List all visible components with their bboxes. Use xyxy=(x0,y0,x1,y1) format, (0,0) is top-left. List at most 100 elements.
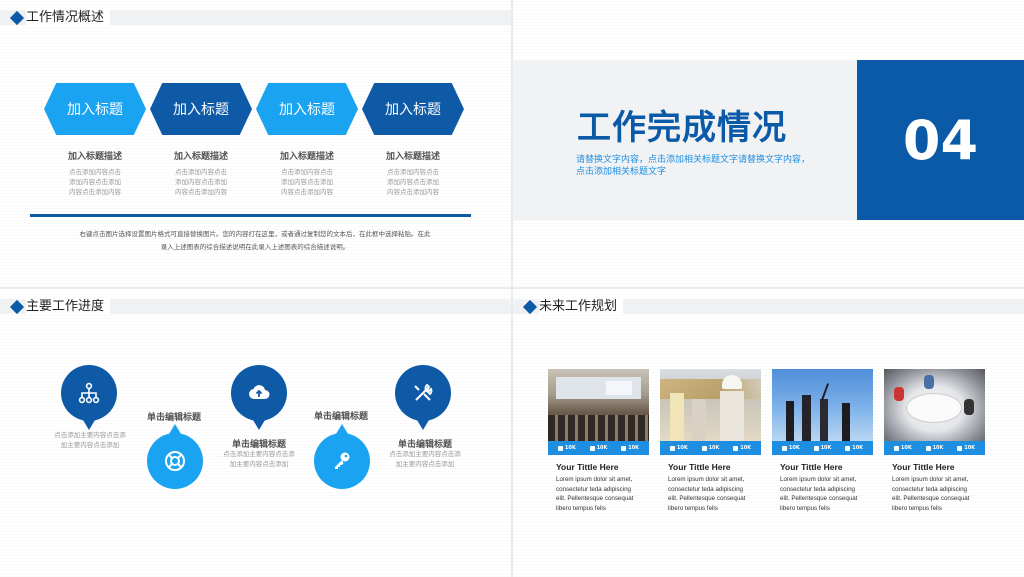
slide-future-plan[interactable]: 未来工作规划 10K 10K 10K Your Tittle Here Lore… xyxy=(513,289,1024,577)
column-body-line: 添加内容点击添加 xyxy=(387,178,439,186)
column-heading: 加入标题描述 xyxy=(173,152,228,162)
card-line: elit. Pellentesque consequat xyxy=(780,495,858,502)
twitter-icon xyxy=(701,445,707,451)
column-body-line: 添加内容点击添加 xyxy=(281,178,333,186)
section-header: 工作情况概述 xyxy=(0,9,511,26)
description-paragraph: 右键点击图片选择设置图片格式可直接替换图片。您的内容打在这里，或者通过复制您的文… xyxy=(40,228,470,254)
card-line: Lorem ipsum dolor sit amet, xyxy=(668,476,745,483)
progress-node-1[interactable] xyxy=(61,365,117,430)
facebook-count[interactable]: 10K xyxy=(893,445,912,451)
section-title: 工作情况概述 xyxy=(26,9,111,26)
section-header: 主要工作进度 xyxy=(0,298,511,315)
diamond-bullet-icon xyxy=(9,10,25,26)
meeting-room-photo xyxy=(548,369,649,441)
card-body: Lorem ipsum dolor sit amet, consectetur … xyxy=(556,475,649,513)
network-icon xyxy=(78,382,100,404)
hex-title-3[interactable]: 加入标题 xyxy=(256,83,358,135)
section-number: 04 xyxy=(857,60,1024,220)
facebook-count[interactable]: 10K xyxy=(669,445,688,451)
twitter-icon xyxy=(589,445,595,451)
share-icon xyxy=(621,445,627,451)
plan-card-4[interactable]: 10K 10K 10K Your Tittle Here Lorem ipsum… xyxy=(884,369,985,513)
social-bar: 10K 10K 10K xyxy=(772,441,873,455)
column-body-line: 内容点击添加内容 xyxy=(387,188,439,196)
column-body-line: 内容点击添加内容 xyxy=(281,188,333,196)
tools-icon xyxy=(414,383,433,401)
text-line: 加主要内容点击添加 xyxy=(229,460,289,468)
card-body: Lorem ipsum dolor sit amet, consectetur … xyxy=(668,475,761,513)
card-line: Lorem ipsum dolor sit amet, xyxy=(780,476,857,483)
text-line: 加主要内容点击添加 xyxy=(395,460,455,468)
column-description-3: 加入标题描述 点击添加内容点击 添加内容点击添加 内容点击添加内容 xyxy=(256,149,358,197)
progress-label-2: 单击编辑标题 xyxy=(146,413,201,423)
twitter-count[interactable]: 10K xyxy=(701,445,719,451)
page-title: 工作完成情况 xyxy=(577,108,787,148)
twitter-count[interactable]: 10K xyxy=(589,445,607,451)
share-count[interactable]: 10K xyxy=(621,445,639,451)
column-heading: 加入标题描述 xyxy=(67,152,122,162)
slide-work-completion[interactable]: 工作完成情况 请替换文字内容，点击添加相关标题文字请替换文字内容，点击添加相关标… xyxy=(513,0,1024,287)
twitter-icon xyxy=(813,445,819,451)
share-icon xyxy=(845,445,851,451)
share-count[interactable]: 10K xyxy=(733,445,751,451)
progress-text-1: 点击添加主要内容点击添 加主要内容点击添加 xyxy=(40,430,140,450)
card-line: consectetur teda adipiscing xyxy=(892,485,967,493)
section-title: 未来工作规划 xyxy=(539,298,624,315)
card-title: Your Tittle Here xyxy=(780,462,843,472)
hex-title-2[interactable]: 加入标题 xyxy=(150,83,252,135)
card-line: Lorem ipsum dolor sit amet, xyxy=(892,476,969,483)
section-title: 主要工作进度 xyxy=(26,298,111,315)
card-line: elit. Pellentesque consequat xyxy=(668,495,746,502)
progress-text-5: 点击添加主要内容点击添 加主要内容点击添加 xyxy=(375,449,475,469)
team-meeting-photo xyxy=(884,369,985,441)
paragraph-line: 录入上述图表的综合描述说明在此录入上述图表的综合描述说明。 xyxy=(160,243,350,251)
plan-card-1[interactable]: 10K 10K 10K Your Tittle Here Lorem ipsum… xyxy=(548,369,649,513)
progress-node-5[interactable] xyxy=(395,365,451,430)
text-line: 点击添加主要内容点击添 xyxy=(389,450,461,458)
diamond-bullet-icon xyxy=(9,299,25,315)
facebook-icon xyxy=(669,445,675,451)
progress-node-3[interactable] xyxy=(231,365,287,430)
card-line: consectetur teda adipiscing xyxy=(780,485,855,493)
cloud-upload-icon xyxy=(249,385,270,399)
facebook-count[interactable]: 10K xyxy=(557,445,576,451)
plan-card-3[interactable]: 10K 10K 10K Your Tittle Here Lorem ipsum… xyxy=(772,369,873,513)
column-heading: 加入标题描述 xyxy=(385,152,440,162)
progress-text-3: 点击添加主要内容点击添 加主要内容点击添加 xyxy=(209,449,309,469)
column-body-line: 点击添加内容点击 xyxy=(281,168,333,176)
column-body-line: 点击添加内容点击 xyxy=(69,168,121,176)
social-bar: 10K 10K 10K xyxy=(548,441,649,455)
card-line: libero tempus felis xyxy=(780,504,830,512)
slide-work-progress[interactable]: 主要工作进度 点击添加主要内容点击添 加主要内容点击添加 单击编辑标题 单击编辑… xyxy=(0,289,511,577)
section-header: 未来工作规划 xyxy=(513,298,1024,315)
diamond-bullet-icon xyxy=(522,299,538,315)
lifebuoy-icon xyxy=(165,451,185,471)
card-line: Lorem ipsum dolor sit amet, xyxy=(556,476,633,483)
plan-card-2[interactable]: 10K 10K 10K Your Tittle Here Lorem ipsum… xyxy=(660,369,761,513)
column-body-line: 添加内容点击添加 xyxy=(175,178,227,186)
twitter-count[interactable]: 10K xyxy=(925,445,943,451)
twitter-count[interactable]: 10K xyxy=(813,445,831,451)
facebook-icon xyxy=(893,445,899,451)
engineers-photo xyxy=(660,369,761,441)
column-body-line: 点击添加内容点击 xyxy=(387,168,439,176)
share-count[interactable]: 10K xyxy=(957,445,975,451)
progress-label-4: 单击编辑标题 xyxy=(313,412,368,422)
facebook-icon xyxy=(557,445,563,451)
progress-node-2[interactable] xyxy=(147,424,203,489)
card-line: libero tempus felis xyxy=(668,504,718,512)
slide-work-overview[interactable]: 工作情况概述 加入标题 加入标题 加入标题 加入标题 加入标题描述 点击添加内容… xyxy=(0,0,511,287)
divider-bar xyxy=(30,214,471,217)
facebook-icon xyxy=(781,445,787,451)
column-description-4: 加入标题描述 点击添加内容点击 添加内容点击添加 内容点击添加内容 xyxy=(362,149,464,197)
social-bar: 10K 10K 10K xyxy=(660,441,761,455)
share-icon xyxy=(957,445,963,451)
hex-title-4[interactable]: 加入标题 xyxy=(362,83,464,135)
twitter-icon xyxy=(925,445,931,451)
text-line: 点击添加主要内容点击添 xyxy=(54,431,126,439)
progress-node-4[interactable] xyxy=(314,424,370,489)
facebook-count[interactable]: 10K xyxy=(781,445,800,451)
share-count[interactable]: 10K xyxy=(845,445,863,451)
card-title: Your Tittle Here xyxy=(668,462,731,472)
hex-title-1[interactable]: 加入标题 xyxy=(44,83,146,135)
